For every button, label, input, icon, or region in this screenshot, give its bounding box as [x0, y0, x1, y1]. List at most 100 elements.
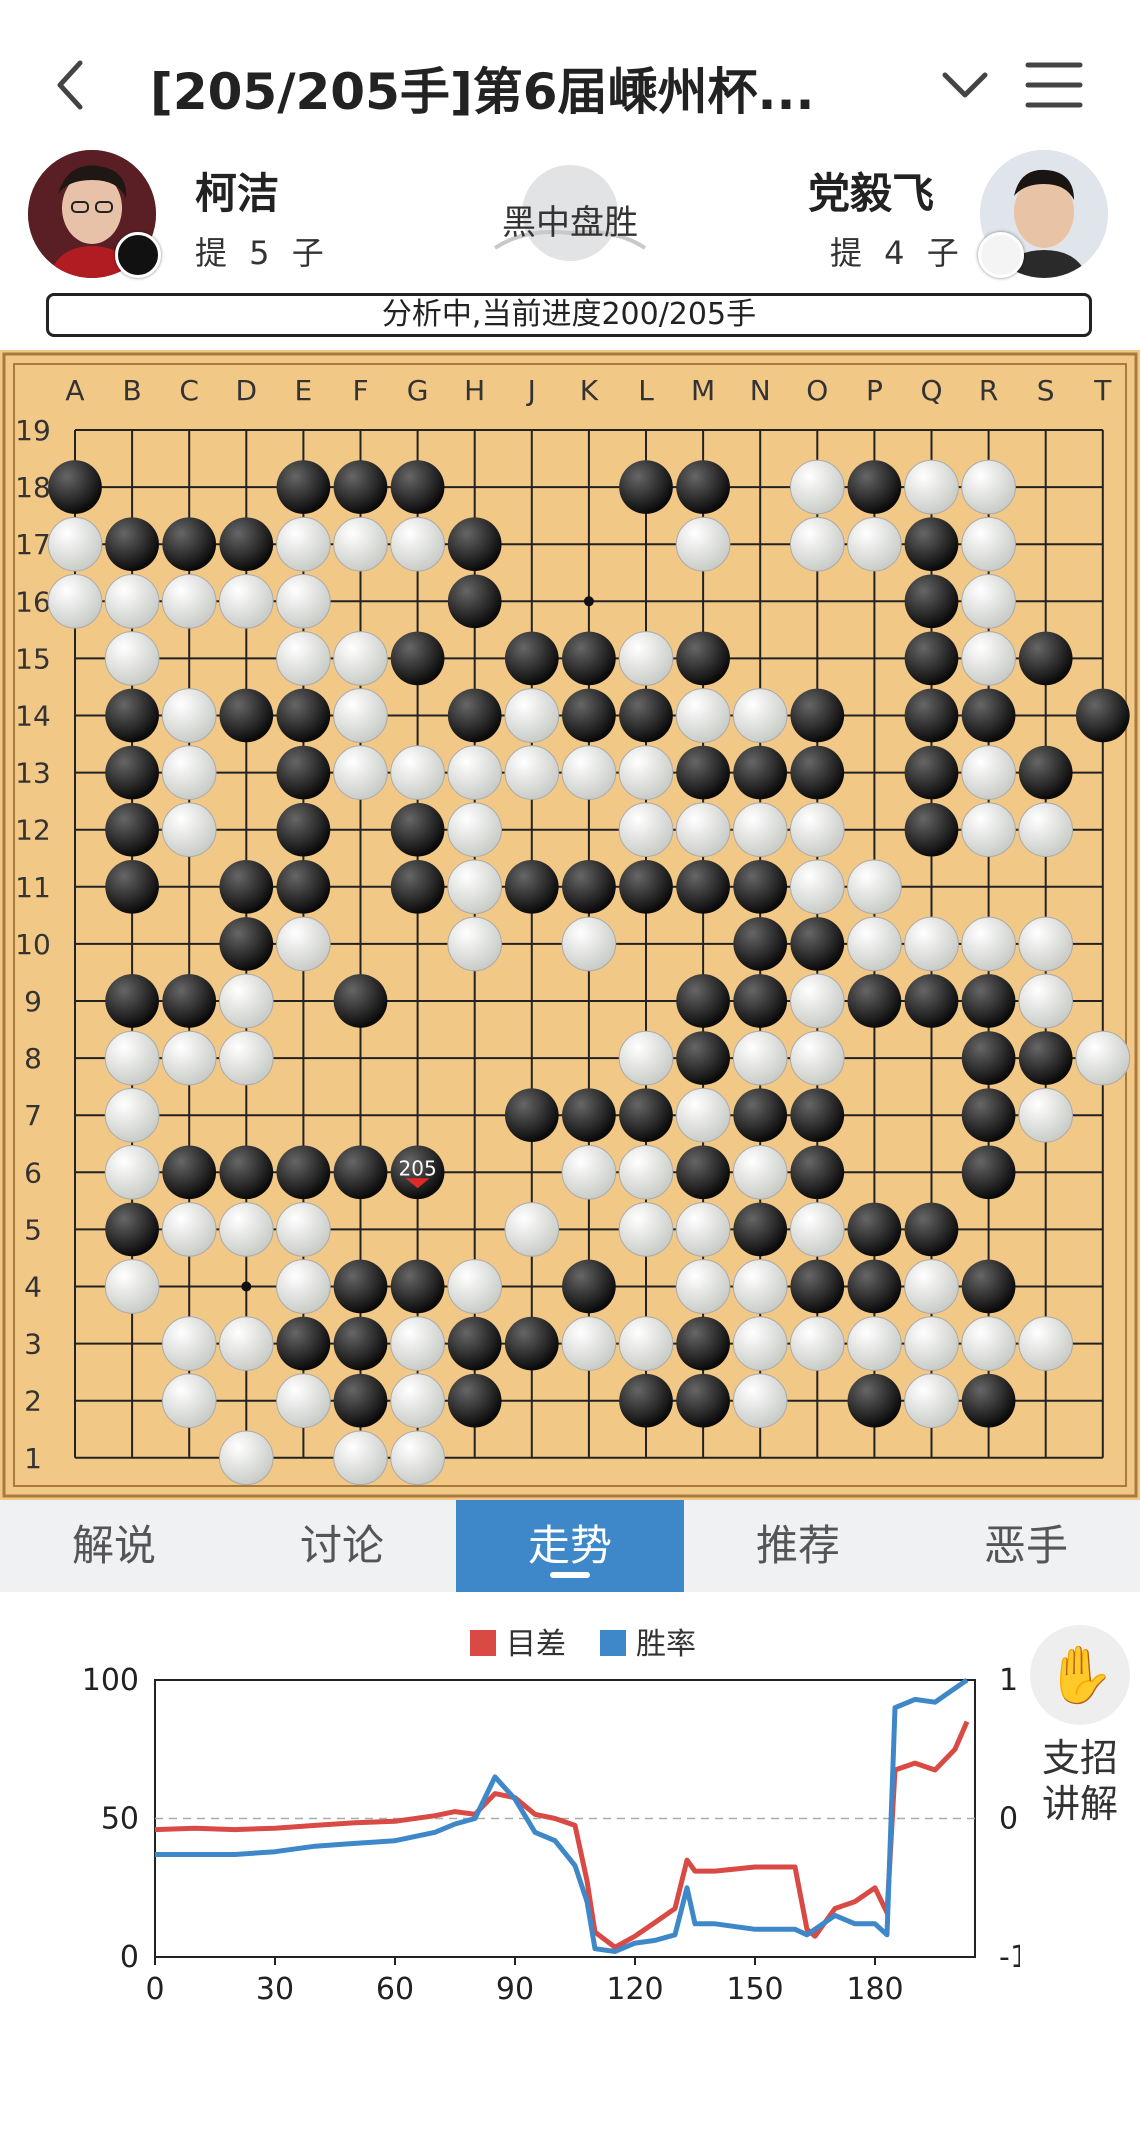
white-stone	[1018, 973, 1074, 1029]
black-stone	[676, 974, 730, 1028]
black-stone	[790, 1145, 845, 1200]
black-stone	[276, 688, 331, 743]
white-stone	[161, 573, 217, 629]
column-label: K	[580, 374, 599, 407]
white-stone	[218, 973, 274, 1029]
black-stone	[676, 1373, 730, 1428]
white-stone	[333, 631, 388, 686]
black-stone	[333, 1145, 388, 1200]
black-stone	[733, 1202, 788, 1257]
column-label: Q	[920, 374, 942, 407]
white-stone	[618, 802, 674, 858]
dropdown-button[interactable]	[935, 55, 995, 115]
white-stone	[961, 631, 1016, 686]
black-stone	[390, 859, 445, 914]
row-label: 12	[15, 814, 51, 847]
black-stone	[847, 1373, 902, 1428]
white-stone	[390, 1373, 445, 1429]
white-stone	[161, 745, 217, 800]
row-label: 15	[15, 642, 51, 675]
black-stone	[676, 1031, 730, 1085]
black-stone	[961, 1259, 1016, 1314]
white-stone	[904, 459, 959, 515]
black-stone	[790, 1259, 845, 1314]
column-label: D	[236, 374, 258, 407]
y-left-tick: 50	[101, 1802, 139, 1837]
black-stone	[504, 1316, 559, 1371]
column-label: A	[65, 374, 84, 407]
white-stone	[333, 516, 388, 572]
black-stone	[676, 460, 730, 514]
white-stone	[390, 516, 445, 572]
x-tick-label: 30	[256, 1972, 294, 2007]
black-stone	[961, 688, 1016, 743]
tab-bad-moves[interactable]: 恶手	[912, 1500, 1140, 1592]
white-stone	[675, 802, 731, 858]
white-stone	[161, 1202, 217, 1257]
game-result: 黑中盘胜	[502, 203, 638, 243]
white-stone	[161, 1373, 217, 1429]
column-label: O	[806, 374, 828, 407]
series-line-win-rate	[155, 1677, 969, 1954]
white-stone	[732, 1030, 788, 1086]
y-left-tick: 100	[82, 1663, 139, 1698]
star-point	[241, 1281, 252, 1292]
black-stone	[105, 802, 159, 857]
white-stone	[390, 1316, 445, 1371]
black-stone	[619, 460, 673, 514]
hand-icon[interactable]: ✋	[1030, 1625, 1130, 1725]
white-stone	[218, 1030, 274, 1086]
x-tick-label: 180	[846, 1972, 903, 2007]
black-stone	[276, 1316, 331, 1371]
black-stone	[733, 917, 788, 971]
white-stone	[618, 1316, 674, 1371]
white-stone	[961, 745, 1016, 800]
tab-recommend[interactable]: 推荐	[684, 1500, 912, 1592]
tab-trend[interactable]: 走势	[456, 1500, 684, 1592]
explain-button-label[interactable]: 支招讲解	[1035, 1735, 1125, 1827]
white-stone	[1018, 1316, 1074, 1371]
column-label: T	[1093, 374, 1112, 407]
white-stone	[904, 916, 959, 972]
star-point	[583, 596, 594, 607]
white-stone	[504, 688, 560, 743]
tab-discussion[interactable]: 讨论	[228, 1500, 456, 1592]
white-stone	[1018, 916, 1074, 972]
menu-button[interactable]	[1020, 55, 1090, 115]
white-stone	[104, 573, 160, 629]
black-stone	[333, 460, 388, 514]
white-stone	[618, 1030, 674, 1086]
tab-commentary[interactable]: 解说	[0, 1500, 228, 1592]
row-label: 8	[24, 1042, 42, 1075]
white-stone	[104, 631, 160, 686]
white-stone	[447, 1259, 503, 1314]
white-stone	[161, 1316, 217, 1371]
row-label: 5	[24, 1213, 42, 1246]
go-board[interactable]: A B C D E F G H J K L M N O P Q R S T191817161514131211109…	[0, 350, 1140, 1500]
row-label: 10	[15, 928, 51, 961]
last-move-number: 205	[399, 1156, 437, 1180]
y-right-tick: -10	[999, 1940, 1020, 1975]
legend-swatch	[470, 1630, 496, 1656]
black-stone	[162, 517, 217, 572]
black-stone	[276, 1145, 331, 1200]
black-stone	[847, 974, 902, 1028]
white-stone	[1075, 1030, 1131, 1086]
black-stone	[105, 745, 159, 800]
black-stone	[562, 631, 616, 686]
white-stone	[218, 1430, 274, 1486]
black-stone	[562, 1259, 616, 1314]
white-player-name: 党毅飞	[808, 169, 935, 218]
black-stone	[790, 917, 845, 971]
black-stone	[904, 688, 959, 743]
chevron-down-icon	[942, 72, 988, 98]
black-stone	[162, 1145, 217, 1200]
black-stone	[48, 460, 102, 514]
white-stone	[675, 1202, 731, 1257]
black-stone	[447, 688, 502, 743]
white-stone	[961, 573, 1016, 629]
back-button[interactable]	[40, 50, 100, 120]
white-stone	[847, 916, 902, 972]
black-stone	[733, 859, 788, 914]
white-stone	[789, 802, 845, 858]
